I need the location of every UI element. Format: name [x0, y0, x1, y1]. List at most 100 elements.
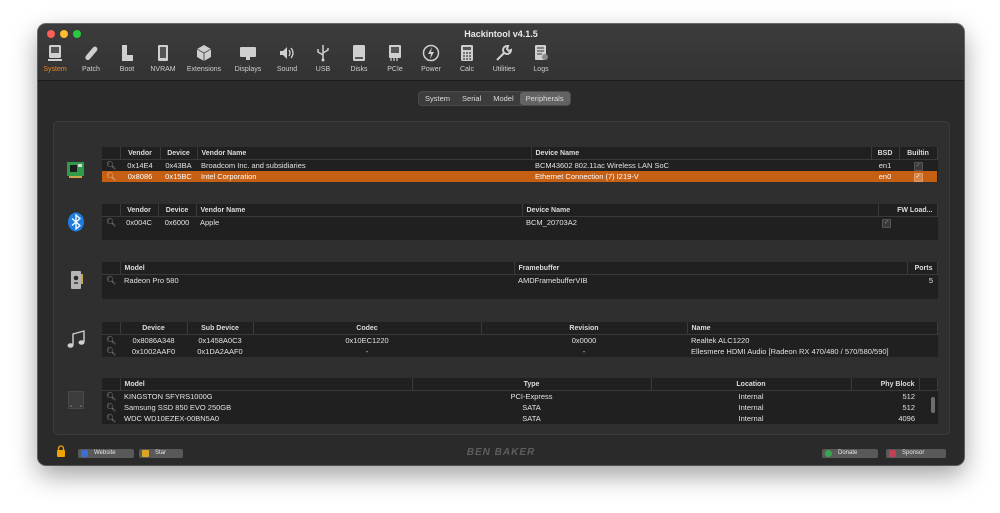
- col-fw-load[interactable]: FW Load...: [878, 204, 938, 217]
- col-framebuffer[interactable]: Framebuffer: [514, 262, 908, 275]
- cell-model: Samsung SSD 850 EVO 250GB: [124, 403, 232, 412]
- toolbar-label: NVRAM: [150, 66, 176, 73]
- col-model[interactable]: Model: [120, 262, 515, 275]
- cell-location: Internal: [738, 392, 764, 401]
- cell-model: KINGSTON SFYRS1000G: [124, 392, 213, 401]
- table-row[interactable]: 🔍︎ 0x004C 0x6000 Apple BCM_20703A2 ✓: [102, 217, 937, 228]
- sponsor-button[interactable]: Sponsor: [886, 449, 946, 458]
- toolbar-label: Displays: [234, 66, 262, 73]
- cell-vendor: 0x8086: [120, 171, 160, 182]
- toolbar-item-nvram[interactable]: NVRAM: [146, 42, 180, 80]
- cell-device-name: Ethernet Connection (7) I219-V: [531, 171, 871, 182]
- cell-model: WDC WD10EZEX-00BN5A0: [124, 414, 220, 423]
- cell-vendor: 0x14E4: [127, 161, 153, 170]
- magnifier-icon[interactable]: 🔍︎: [106, 276, 116, 285]
- col-device-name[interactable]: Device Name: [531, 147, 872, 160]
- builtin-checkbox[interactable]: ✓: [913, 162, 923, 171]
- displays-icon: [240, 47, 256, 60]
- system-icon: [48, 45, 62, 61]
- col-vendor-name[interactable]: Vendor Name: [196, 204, 523, 217]
- toolbar-item-power[interactable]: Power: [414, 42, 448, 80]
- cell-framebuffer: AMDFramebufferVIB: [518, 276, 588, 285]
- toolbar-item-patch[interactable]: Patch: [74, 42, 108, 80]
- toolbar-item-usb[interactable]: USB: [306, 42, 340, 80]
- sponsor-icon: [889, 450, 896, 457]
- magnifier-icon[interactable]: 🔍︎: [106, 172, 116, 181]
- col-location[interactable]: Location: [651, 378, 852, 391]
- cell-phy-block: 512: [902, 392, 915, 401]
- col-model[interactable]: Model: [120, 378, 413, 391]
- col-vendor-name[interactable]: Vendor Name: [197, 147, 532, 160]
- toolbar-label: Boot: [119, 66, 135, 73]
- table-row[interactable]: 🔍︎ WDC WD10EZEX-00BN5A0 SATA Internal 40…: [102, 413, 937, 424]
- nvram-icon: [158, 45, 168, 61]
- tab-peripherals[interactable]: Peripherals: [519, 92, 570, 105]
- table-row[interactable]: 🔍︎ KINGSTON SFYRS1000G PCI-Express Inter…: [102, 391, 937, 403]
- toolbar-item-utilities[interactable]: Utilities: [486, 42, 522, 80]
- table-row[interactable]: 🔍︎ 0x8086A348 0x1458A0C3 0x10EC1220 0x00…: [102, 335, 937, 347]
- audio-table: Device Sub Device Codec Revision Name 🔍︎…: [102, 322, 938, 357]
- hard-drive-icon: [68, 391, 84, 409]
- magnifier-icon[interactable]: 🔍︎: [106, 347, 116, 356]
- table-row-selected[interactable]: 🔍︎ 0x8086 0x15BC Intel Corporation Ether…: [102, 171, 937, 182]
- toolbar-label: Patch: [82, 66, 100, 73]
- col-revision[interactable]: Revision: [481, 322, 688, 335]
- col-vendor[interactable]: Vendor: [120, 147, 161, 160]
- magnifier-icon[interactable]: 🔍︎: [106, 336, 116, 345]
- cell-sub-device: 0x1DA2AAF0: [197, 347, 243, 356]
- cell-device: 0x6000: [164, 218, 190, 227]
- toolbar-item-displays[interactable]: Displays: [228, 42, 268, 80]
- table-row[interactable]: 🔍︎ Radeon Pro 580 AMDFramebufferVIB 5: [102, 275, 937, 287]
- magnifier-icon[interactable]: 🔍︎: [106, 403, 116, 412]
- magnifier-icon[interactable]: 🔍︎: [106, 161, 116, 170]
- col-bsd[interactable]: BSD: [871, 147, 900, 160]
- donate-icon: [825, 450, 832, 457]
- toolbar-item-extensions[interactable]: Extensions: [182, 42, 226, 80]
- utilities-icon: [496, 45, 513, 61]
- col-ports[interactable]: Ports: [907, 262, 938, 275]
- tab-system[interactable]: System: [419, 92, 456, 105]
- table-header: [102, 378, 121, 391]
- magnifier-icon[interactable]: 🔍︎: [106, 392, 116, 401]
- toolbar-item-system[interactable]: System: [38, 42, 72, 80]
- col-device[interactable]: Device: [158, 204, 197, 217]
- cell-type: PCI-Express: [510, 392, 553, 401]
- fw-load-checkbox[interactable]: ✓: [882, 219, 891, 228]
- cell-vendor-name: Broadcom Inc. and subsidiaries: [201, 161, 306, 170]
- col-device[interactable]: Device: [120, 322, 188, 335]
- toolbar-item-calc[interactable]: Calc: [450, 42, 484, 80]
- magnifier-icon[interactable]: 🔍︎: [106, 218, 116, 227]
- toolbar-item-logs[interactable]: Logs: [524, 42, 558, 80]
- col-device-name[interactable]: Device Name: [522, 204, 879, 217]
- col-device[interactable]: Device: [160, 147, 198, 160]
- col-type[interactable]: Type: [412, 378, 652, 391]
- tab-serial[interactable]: Serial: [456, 92, 487, 105]
- magnifier-icon[interactable]: 🔍︎: [106, 414, 116, 423]
- table-row[interactable]: 🔍︎ 0x14E4 0x43BA Broadcom Inc. and subsi…: [102, 160, 937, 171]
- table-row[interactable]: 🔍︎ 0x1002AAF0 0x1DA2AAF0 - - Ellesmere H…: [102, 346, 937, 357]
- col-phy-block[interactable]: Phy Block: [851, 378, 920, 391]
- app-window: Hackintool v4.1.5 System Patch Boot NVRA…: [38, 24, 964, 465]
- peripherals-panel: Vendor Device Vendor Name Device Name BS…: [53, 121, 950, 435]
- donate-button[interactable]: Donate: [822, 449, 878, 458]
- builtin-checkbox[interactable]: ✓: [913, 173, 923, 182]
- toolbar-item-sound[interactable]: Sound: [270, 42, 304, 80]
- col-codec[interactable]: Codec: [253, 322, 482, 335]
- toolbar-item-disks[interactable]: Disks: [342, 42, 376, 80]
- storage-scrollbar[interactable]: [931, 397, 935, 413]
- cell-device-name: BCM43602 802.11ac Wireless LAN SoC: [535, 161, 670, 170]
- boot-icon: [122, 45, 133, 61]
- col-sub-device[interactable]: Sub Device: [187, 322, 254, 335]
- storage-table: Model Type Location Phy Block 🔍︎ KINGSTO…: [102, 378, 938, 424]
- usb-icon: [317, 45, 329, 62]
- toolbar-item-pcie[interactable]: PCIe: [378, 42, 412, 80]
- col-name[interactable]: Name: [687, 322, 938, 335]
- table-row[interactable]: 🔍︎ Samsung SSD 850 EVO 250GB SATA Intern…: [102, 402, 937, 413]
- col-builtin[interactable]: Builtin: [899, 147, 938, 160]
- logs-icon: [535, 45, 548, 60]
- toolbar-item-boot[interactable]: Boot: [110, 42, 144, 80]
- sound-icon: [280, 47, 294, 59]
- toolbar-label: System: [43, 66, 67, 73]
- col-vendor[interactable]: Vendor: [120, 204, 159, 217]
- tab-model[interactable]: Model: [487, 92, 519, 105]
